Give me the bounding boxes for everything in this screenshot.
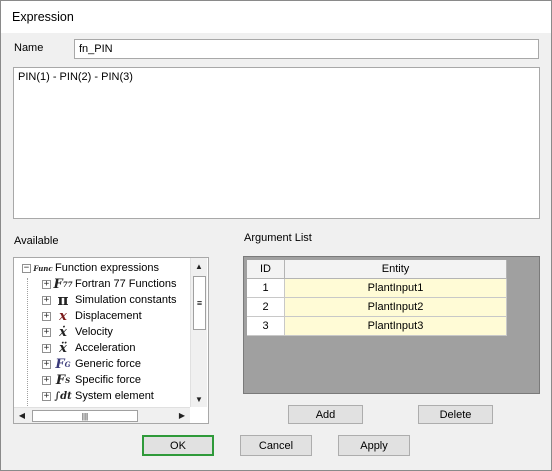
cancel-button[interactable]: Cancel: [240, 435, 312, 456]
tree-item-displacement[interactable]: + x Displacement: [42, 308, 142, 324]
column-header-entity[interactable]: Entity: [285, 260, 507, 279]
available-label: Available: [14, 235, 59, 247]
cell-id[interactable]: 2: [247, 298, 285, 317]
window-title: Expression: [12, 10, 74, 24]
expand-icon[interactable]: +: [42, 327, 51, 337]
add-button[interactable]: Add: [288, 405, 363, 424]
table-row[interactable]: 3 PlantInput3: [247, 317, 507, 336]
cell-id[interactable]: 1: [247, 279, 285, 298]
argument-grid[interactable]: ID Entity 1 PlantInput1 2 PlantInput2 3 …: [243, 256, 540, 394]
tree-item-label: Acceleration: [75, 342, 136, 354]
scroll-down-icon[interactable]: ▼: [191, 391, 207, 407]
pi-icon: π: [57, 291, 69, 309]
tree-item-fortran[interactable]: + F 77 Fortran 77 Functions: [42, 276, 177, 292]
cell-entity[interactable]: PlantInput1: [285, 279, 507, 298]
apply-button[interactable]: Apply: [338, 435, 410, 456]
scroll-thumb[interactable]: ≡: [193, 276, 206, 330]
expand-icon[interactable]: +: [42, 311, 51, 321]
tree-item-acceleration[interactable]: + ẍ Acceleration: [42, 340, 136, 356]
tree-vertical-scrollbar[interactable]: ▲ ≡ ▼: [190, 258, 207, 407]
scroll-left-icon[interactable]: ◀: [14, 408, 30, 423]
displacement-icon: x: [59, 308, 67, 324]
tree-item-specific-force[interactable]: + FS Specific force: [42, 372, 141, 388]
tree-guide-line: [27, 278, 28, 406]
velocity-icon: ẋ: [59, 324, 67, 340]
scroll-up-icon[interactable]: ▲: [191, 258, 207, 274]
available-tree[interactable]: − Func Function expressions + F 77 Fortra…: [13, 257, 209, 424]
expand-icon[interactable]: +: [42, 359, 51, 369]
tree-item-function-expressions[interactable]: − Func Function expressions: [22, 260, 159, 276]
cell-entity[interactable]: PlantInput2: [285, 298, 507, 317]
column-header-id[interactable]: ID: [247, 260, 285, 279]
cell-id[interactable]: 3: [247, 317, 285, 336]
scroll-thumb-horizontal[interactable]: |||: [32, 410, 138, 422]
generic-force-icon: FG: [55, 356, 71, 372]
tree-horizontal-scrollbar[interactable]: ◀ ||| ▶: [14, 407, 190, 423]
tree-item-label: Simulation constants: [75, 294, 177, 306]
expand-icon[interactable]: +: [42, 279, 51, 289]
tree-item-label: Generic force: [75, 358, 142, 370]
table-row[interactable]: 2 PlantInput2: [247, 298, 507, 317]
ok-button[interactable]: OK: [142, 435, 214, 456]
expand-icon[interactable]: +: [42, 375, 51, 385]
tree-item-label: System element: [75, 390, 154, 402]
title-bar[interactable]: Expression: [1, 1, 551, 33]
integral-icon: ∫dt: [54, 390, 72, 402]
delete-button[interactable]: Delete: [418, 405, 493, 424]
func-icon: Func: [33, 263, 53, 273]
expand-icon[interactable]: +: [42, 391, 51, 401]
tree-item-label: Velocity: [75, 326, 113, 338]
scroll-right-icon[interactable]: ▶: [174, 408, 190, 423]
cell-entity[interactable]: PlantInput3: [285, 317, 507, 336]
grid-header: ID Entity: [247, 260, 507, 279]
expression-editor[interactable]: PIN(1) - PIN(2) - PIN(3): [13, 67, 540, 219]
specific-force-icon: FS: [55, 372, 71, 388]
expand-icon[interactable]: +: [42, 295, 51, 305]
tree-item-simulation-constants[interactable]: + π Simulation constants: [42, 291, 177, 309]
fortran-icon: F 77: [53, 276, 73, 292]
tree-item-label: Function expressions: [55, 262, 159, 274]
table-row[interactable]: 1 PlantInput1: [247, 279, 507, 298]
tree-item-label: Displacement: [75, 310, 142, 322]
tree-item-label: Fortran 77 Functions: [75, 278, 177, 290]
acceleration-icon: ẍ: [59, 340, 67, 356]
tree-item-velocity[interactable]: + ẋ Velocity: [42, 324, 113, 340]
name-label: Name: [14, 42, 44, 54]
argument-list-label: Argument List: [244, 232, 312, 244]
tree-item-system-element[interactable]: + ∫dt System element: [42, 388, 154, 404]
expression-dialog: Expression Name fn_PIN PIN(1) - PIN(2) -…: [0, 0, 552, 471]
collapse-icon[interactable]: −: [22, 263, 31, 273]
tree-item-generic-force[interactable]: + FG Generic force: [42, 356, 141, 372]
expand-icon[interactable]: +: [42, 343, 51, 353]
tree-item-label: Specific force: [75, 374, 142, 386]
name-input[interactable]: fn_PIN: [74, 39, 539, 59]
